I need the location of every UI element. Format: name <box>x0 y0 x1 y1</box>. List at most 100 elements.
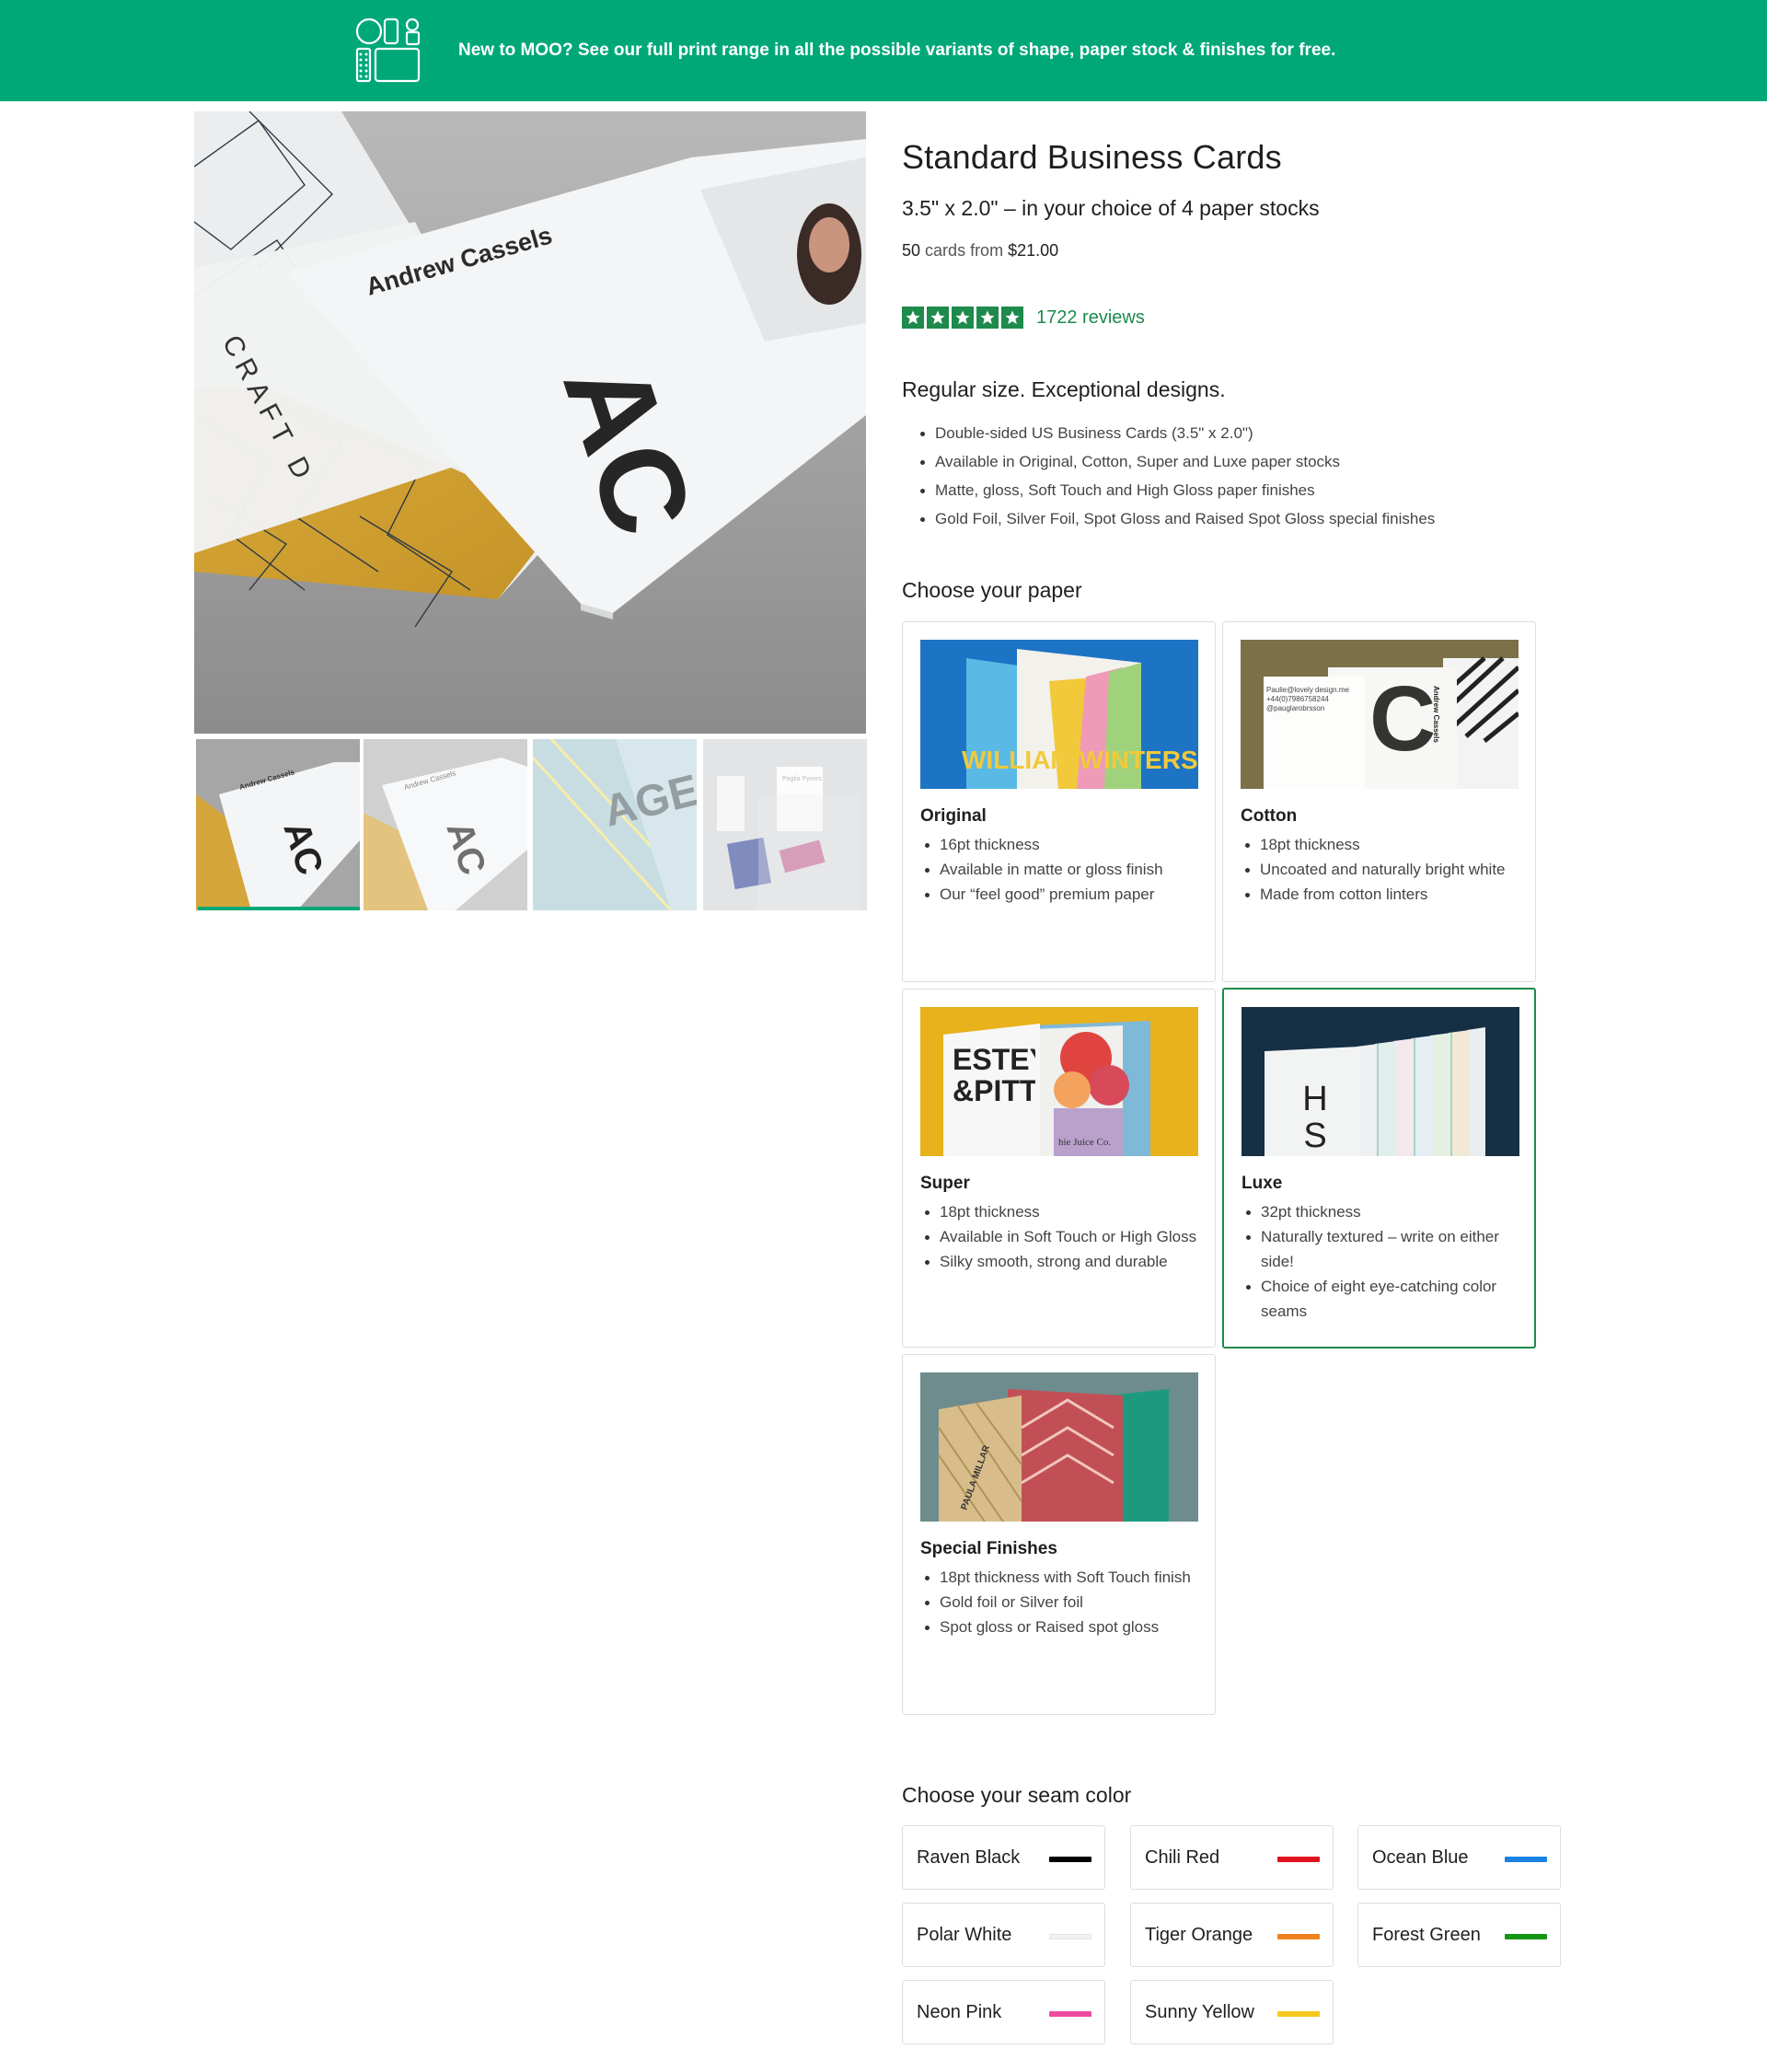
seam-option-tiger-orange[interactable]: Tiger Orange <box>1130 1903 1334 1967</box>
paper-bullet: 18pt thickness <box>1245 832 1527 857</box>
paper-name: Luxe <box>1242 1174 1283 1193</box>
paper-bullet: Silky smooth, strong and durable <box>925 1249 1207 1274</box>
paper-bullet: Available in matte or gloss finish <box>925 857 1207 882</box>
seam-swatch <box>1277 1934 1320 1939</box>
promo-banner[interactable]: New to MOO? See our full print range in … <box>0 0 1767 101</box>
seam-name: Chili Red <box>1145 1846 1220 1868</box>
paper-bullet: Uncoated and naturally bright white <box>1245 857 1527 882</box>
feature-item: Available in Original, Cotton, Super and… <box>920 447 1435 476</box>
paper-bullet: Naturally textured – write on either sid… <box>1246 1224 1528 1274</box>
paper-bullet: 32pt thickness <box>1246 1199 1528 1224</box>
thumbnail-selected-indicator <box>198 907 360 910</box>
seam-swatch <box>1049 1934 1091 1939</box>
cotton-side-text: Andrew Cassels <box>1432 686 1440 743</box>
star-icon <box>976 307 999 329</box>
paper-heading: Choose your paper <box>902 578 1082 602</box>
seam-swatch <box>1277 1857 1320 1862</box>
seam-option-forest-green[interactable]: Forest Green <box>1357 1903 1561 1967</box>
paper-option-cotton[interactable]: C Paulie@lovely design.me +44(0)79867582… <box>1222 621 1536 982</box>
features-heading: Regular size. Exceptional designs. <box>902 377 1226 401</box>
seam-name: Neon Pink <box>917 2001 1002 2022</box>
page-title: Standard Business Cards <box>902 138 1282 176</box>
paper-name: Super <box>920 1174 970 1193</box>
seam-heading: Choose your seam color <box>902 1783 1132 1807</box>
thumbnail-3[interactable]: AGEN <box>533 739 697 910</box>
paper-bullet: Available in Soft Touch or High Gloss <box>925 1224 1207 1249</box>
quantity: 50 <box>902 241 921 260</box>
paper-option-super[interactable]: ESTEY &PITT hie Juice Co. Super 18pt thi… <box>902 989 1216 1348</box>
reviews-link[interactable]: 1722 reviews <box>1036 307 1145 329</box>
svg-text:C: C <box>1369 667 1436 770</box>
super-card-small-text: hie Juice Co. <box>1058 1137 1111 1148</box>
paper-option-original[interactable]: WILLIAM WINTERS Original 16pt thickness … <box>902 621 1216 982</box>
paper-bullets: 18pt thickness Uncoated and naturally br… <box>1245 832 1527 907</box>
thumb-2-name: Andrew Cassels <box>403 769 456 792</box>
paper-bullets: 18pt thickness Available in Soft Touch o… <box>925 1199 1207 1274</box>
seam-name: Sunny Yellow <box>1145 2001 1254 2022</box>
paper-bullets: 16pt thickness Available in matte or glo… <box>925 832 1207 907</box>
paper-image-original: WILLIAM WINTERS <box>920 640 1198 789</box>
paper-bullet: Gold foil or Silver foil <box>925 1590 1207 1615</box>
rating: 1722 reviews <box>902 307 1145 329</box>
seam-option-chili-red[interactable]: Chili Red <box>1130 1825 1334 1890</box>
paper-bullet: Our “feel good” premium paper <box>925 882 1207 907</box>
thumb-2-label: AC <box>438 816 493 880</box>
super-card-text: ESTEY &PITT <box>953 1044 1035 1107</box>
paper-name: Original <box>920 806 987 826</box>
paper-bullet: 18pt thickness <box>925 1199 1207 1224</box>
cotton-card-text: Paulie@lovely design.me +44(0)7986758244… <box>1266 686 1349 712</box>
seam-option-ocean-blue[interactable]: Ocean Blue <box>1357 1825 1561 1890</box>
paper-bullets: 32pt thickness Naturally textured – writ… <box>1246 1199 1528 1324</box>
thumbnail-strip: Andrew Cassels AC Andrew Cassels AC AGEN… <box>194 739 867 912</box>
seam-option-polar-white[interactable]: Polar White <box>902 1903 1105 1967</box>
feature-item: Matte, gloss, Soft Touch and High Gloss … <box>920 476 1435 504</box>
seam-name: Polar White <box>917 1924 1012 1945</box>
paper-image-special-finishes: PAULA MILLAR <box>920 1372 1198 1522</box>
paper-image-cotton: C Paulie@lovely design.me +44(0)79867582… <box>1241 640 1519 789</box>
banner-text: New to MOO? See our full print range in … <box>458 41 1336 60</box>
seam-option-neon-pink[interactable]: Neon Pink <box>902 1980 1105 2044</box>
price-line: 50 cards from $21.00 <box>902 241 1058 260</box>
paper-image-luxe: H S <box>1242 1007 1519 1156</box>
seam-swatch <box>1505 1934 1547 1939</box>
paper-bullet: 16pt thickness <box>925 832 1207 857</box>
thumbnail-1[interactable]: Andrew Cassels AC <box>196 739 360 910</box>
seam-swatch <box>1049 1857 1091 1862</box>
seam-swatch <box>1049 2011 1091 2017</box>
thumbnail-2[interactable]: Andrew Cassels AC <box>364 739 527 910</box>
thumb-4-label: Paglia Pyvers <box>782 776 822 782</box>
seam-swatch <box>1277 2011 1320 2017</box>
paper-bullet: Spot gloss or Raised spot gloss <box>925 1615 1207 1639</box>
star-icon <box>952 307 974 329</box>
seam-option-raven-black[interactable]: Raven Black <box>902 1825 1105 1890</box>
star-icon <box>1001 307 1023 329</box>
seam-name: Forest Green <box>1372 1924 1481 1945</box>
price: $21.00 <box>1008 241 1059 260</box>
thumbnail-4[interactable]: Paglia Pyvers <box>703 739 867 910</box>
feature-item: Double-sided US Business Cards (3.5" x 2… <box>920 419 1435 447</box>
paper-bullet: Choice of eight eye-catching color seams <box>1246 1274 1528 1324</box>
star-icon <box>927 307 949 329</box>
seam-name: Tiger Orange <box>1145 1924 1253 1945</box>
features-list: Double-sided US Business Cards (3.5" x 2… <box>920 419 1435 533</box>
product-subtitle: 3.5" x 2.0" – in your choice of 4 paper … <box>902 196 1320 220</box>
paper-bullet: Made from cotton linters <box>1245 882 1527 907</box>
thumb-3-label: AGEN <box>599 758 697 837</box>
paper-option-special-finishes[interactable]: PAULA MILLAR Special Finishes 18pt thick… <box>902 1354 1216 1715</box>
star-rating <box>902 307 1023 329</box>
paper-image-super: ESTEY &PITT hie Juice Co. <box>920 1007 1198 1156</box>
seam-name: Ocean Blue <box>1372 1846 1469 1868</box>
paper-bullet: 18pt thickness with Soft Touch finish <box>925 1565 1207 1590</box>
star-icon <box>902 307 924 329</box>
feature-item: Gold Foil, Silver Foil, Spot Gloss and R… <box>920 504 1435 533</box>
paper-option-luxe[interactable]: H S Luxe 32pt thickness Naturally textur… <box>1222 988 1536 1349</box>
main-product-image: CRAFT D Andrew Cassels AC <box>194 111 866 734</box>
original-card-text: WILLIAM WINTERS <box>962 746 1198 774</box>
paper-name: Cotton <box>1241 806 1298 826</box>
cards-from-label: cards from <box>925 241 1004 260</box>
seam-option-sunny-yellow[interactable]: Sunny Yellow <box>1130 1980 1334 2044</box>
paper-bullets: 18pt thickness with Soft Touch finish Go… <box>925 1565 1207 1639</box>
seam-name: Raven Black <box>917 1846 1021 1868</box>
seam-swatch <box>1505 1857 1547 1862</box>
paper-name: Special Finishes <box>920 1539 1057 1558</box>
